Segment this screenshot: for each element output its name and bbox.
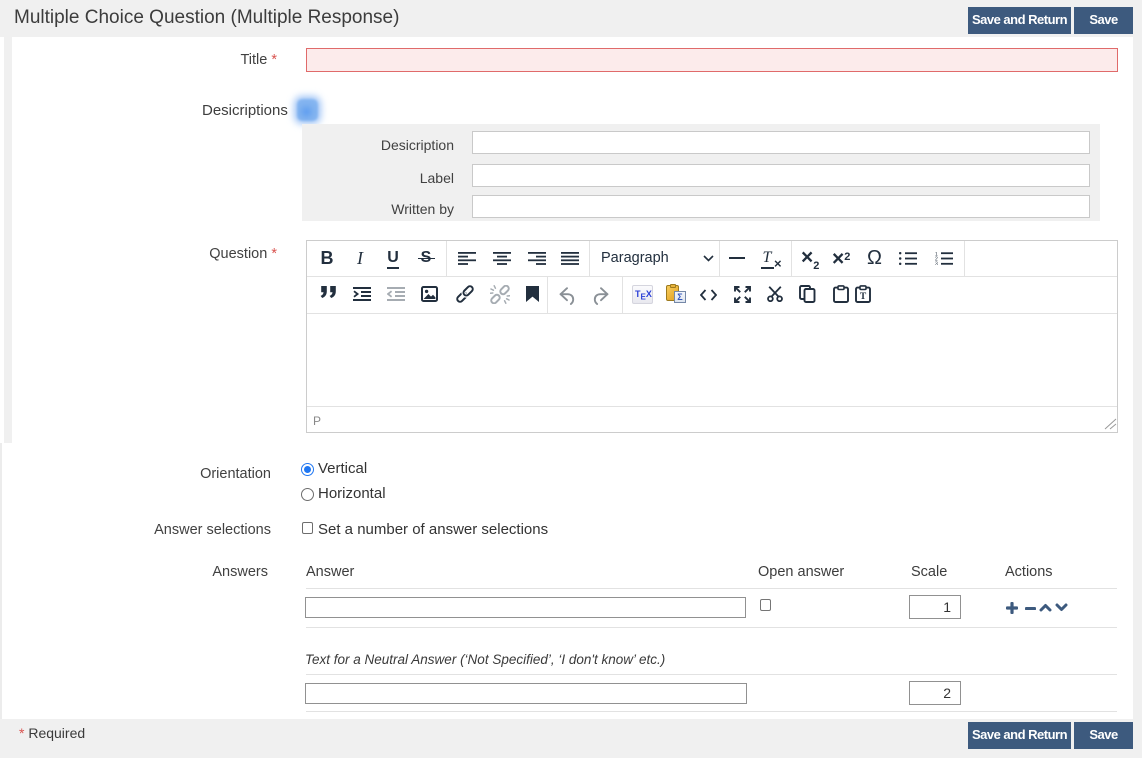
svg-text:3: 3 [935,261,938,265]
svg-text:T: T [860,292,867,302]
